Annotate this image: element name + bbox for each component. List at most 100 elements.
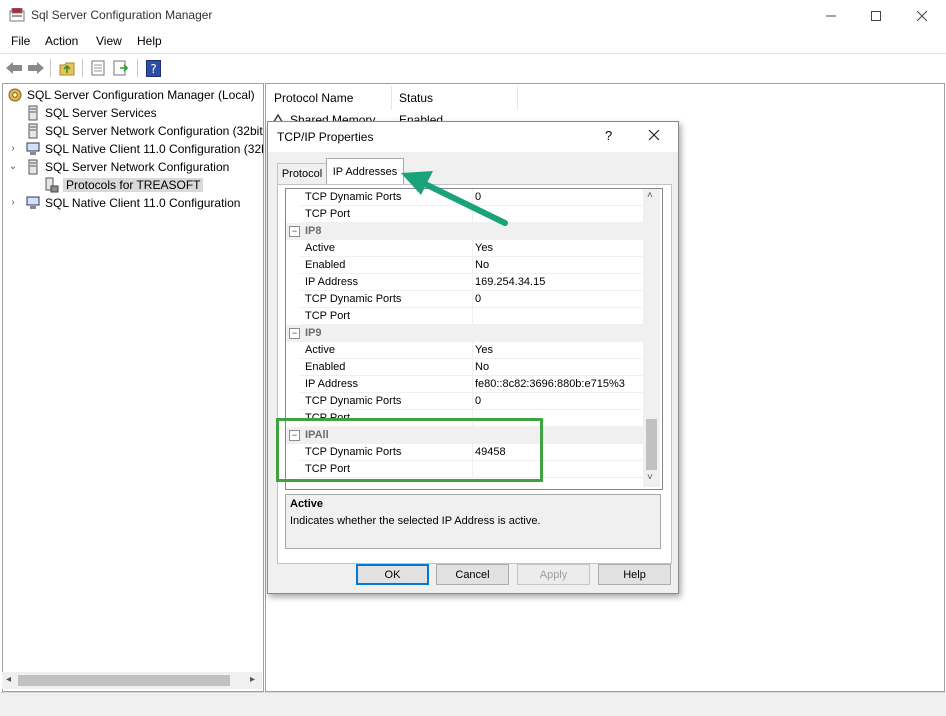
scroll-down-icon[interactable]: ˅ <box>647 472 653 483</box>
property-row[interactable]: TCP Dynamic Ports 0 <box>286 189 643 206</box>
property-value[interactable]: No <box>475 361 489 373</box>
cancel-button[interactable]: Cancel <box>436 564 509 585</box>
menu-help[interactable]: Help <box>137 34 162 48</box>
column-header-status[interactable]: Status <box>399 88 433 108</box>
properties-icon[interactable] <box>88 58 108 78</box>
property-name: Enabled <box>305 259 346 271</box>
close-button[interactable] <box>899 0 945 31</box>
collapse-chevron-icon[interactable]: ⌄ <box>8 161 18 172</box>
toolbar-separator <box>82 59 83 77</box>
tree-item-sql-server-services[interactable]: SQL Server Services <box>25 104 157 121</box>
property-row[interactable]: TCP Port <box>286 461 643 478</box>
tree-item-label: SQL Server Network Configuration <box>45 159 230 174</box>
property-group-row[interactable]: − IP8 <box>286 223 643 240</box>
property-row[interactable]: TCP Port <box>286 308 643 325</box>
property-value[interactable]: fe80::8c82:3696:880b:e715%3 <box>475 378 625 390</box>
tab-ip-addresses[interactable]: IP Addresses <box>326 158 404 185</box>
expand-chevron-icon[interactable]: › <box>8 143 18 154</box>
menu-action[interactable]: Action <box>45 34 78 48</box>
dialog-help-button[interactable]: ? <box>605 128 612 143</box>
property-value[interactable]: 0 <box>475 191 481 203</box>
property-row[interactable]: TCP Dynamic Ports 49458 <box>286 444 643 461</box>
column-divider[interactable] <box>391 86 392 110</box>
scroll-right-icon[interactable]: ▸ <box>250 674 255 685</box>
property-row[interactable]: TCP Dynamic Ports 0 <box>286 393 643 410</box>
native-client-icon <box>25 141 41 157</box>
svg-text:?: ? <box>150 62 156 76</box>
property-name: IP Address <box>305 276 358 288</box>
description-box: Active Indicates whether the selected IP… <box>285 494 661 549</box>
property-name: TCP Port <box>305 463 351 475</box>
help-button[interactable]: Help <box>598 564 671 585</box>
property-row[interactable]: TCP Port <box>286 206 643 223</box>
property-group-row[interactable]: − IP9 <box>286 325 643 342</box>
property-row[interactable]: IP Address fe80::8c82:3696:880b:e715%3 <box>286 376 643 393</box>
tab-panel: TCP Dynamic Ports 0 TCP Port − IP8 Active Yes E… <box>277 184 672 564</box>
dialog-title: TCP/IP Properties <box>277 130 374 144</box>
export-list-icon[interactable] <box>111 58 131 78</box>
menu-view[interactable]: View <box>96 34 122 48</box>
property-row[interactable]: TCP Dynamic Ports 0 <box>286 291 643 308</box>
tree-horizontal-scrollbar[interactable]: ◂ ▸ <box>2 672 262 689</box>
forward-icon[interactable] <box>26 58 46 78</box>
scroll-left-icon[interactable]: ◂ <box>6 674 11 685</box>
property-value[interactable]: No <box>475 259 489 271</box>
help-icon[interactable]: ? <box>143 58 163 78</box>
property-row[interactable]: Active Yes <box>286 342 643 359</box>
group-label: IP9 <box>305 327 322 339</box>
back-icon[interactable] <box>4 58 24 78</box>
tree-item-network-config-32bit[interactable]: SQL Server Network Configuration (32bit <box>25 122 263 139</box>
dialog-close-icon[interactable] <box>648 128 660 146</box>
property-name: Enabled <box>305 361 346 373</box>
column-divider <box>472 342 473 359</box>
property-row[interactable]: Active Yes <box>286 240 643 257</box>
tree-item-label: SQL Native Client 11.0 Configuration <box>45 195 241 210</box>
column-header-protocol-name[interactable]: Protocol Name <box>274 88 353 108</box>
scrollbar-thumb[interactable] <box>18 675 230 686</box>
property-value[interactable]: Yes <box>475 344 493 356</box>
column-divider <box>472 291 473 308</box>
tree-root[interactable]: SQL Server Configuration Manager (Local) <box>7 86 255 103</box>
property-row[interactable]: TCP Port <box>286 410 643 427</box>
expand-chevron-icon[interactable]: › <box>8 197 18 208</box>
column-divider[interactable] <box>517 86 518 110</box>
description-title: Active <box>290 498 324 510</box>
collapse-toggle-icon[interactable]: − <box>289 430 300 441</box>
tab-protocol[interactable]: Protocol <box>277 163 327 184</box>
property-group-row[interactable]: − IPAll <box>286 427 643 444</box>
grid-vertical-scrollbar[interactable]: ˄ ˅ <box>643 189 660 487</box>
property-row[interactable]: IP Address 169.254.34.15 <box>286 274 643 291</box>
tree-item-label: SQL Server Services <box>45 105 157 120</box>
property-name: TCP Dynamic Ports <box>305 191 402 203</box>
property-name: Active <box>305 242 335 254</box>
collapse-toggle-icon[interactable]: − <box>289 328 300 339</box>
minimize-button[interactable] <box>808 0 854 31</box>
tree-item-protocols[interactable]: Protocols for TREASOFT <box>43 176 204 193</box>
property-name: TCP Port <box>305 310 351 322</box>
maximize-button[interactable] <box>853 0 899 31</box>
scroll-up-icon[interactable]: ˄ <box>647 190 653 201</box>
menu-bar: File Action View Help <box>0 31 946 52</box>
tree-item-native-client[interactable]: SQL Native Client 11.0 Configuration <box>25 194 240 211</box>
ok-button[interactable]: OK <box>356 564 429 585</box>
menu-file[interactable]: File <box>11 34 30 48</box>
property-row[interactable]: Enabled No <box>286 257 643 274</box>
property-value[interactable]: Yes <box>475 242 493 254</box>
property-row[interactable]: Enabled No <box>286 359 643 376</box>
tree-item-network-config[interactable]: SQL Server Network Configuration <box>25 158 229 175</box>
server-icon <box>25 123 41 139</box>
scrollbar-thumb[interactable] <box>646 419 657 470</box>
column-divider <box>472 376 473 393</box>
property-value[interactable]: 0 <box>475 293 481 305</box>
collapse-toggle-icon[interactable]: − <box>289 226 300 237</box>
property-name: TCP Dynamic Ports <box>305 293 402 305</box>
property-value[interactable]: 0 <box>475 395 481 407</box>
toolbar-separator <box>50 59 51 77</box>
apply-button[interactable]: Apply <box>517 564 590 585</box>
tree-item-native-client-32bit[interactable]: SQL Native Client 11.0 Configuration (32… <box>25 140 263 157</box>
up-folder-icon[interactable] <box>57 58 77 78</box>
description-text: Indicates whether the selected IP Addres… <box>290 515 541 527</box>
property-value[interactable]: 49458 <box>475 446 506 458</box>
property-value[interactable]: 169.254.34.15 <box>475 276 545 288</box>
column-divider <box>472 393 473 410</box>
